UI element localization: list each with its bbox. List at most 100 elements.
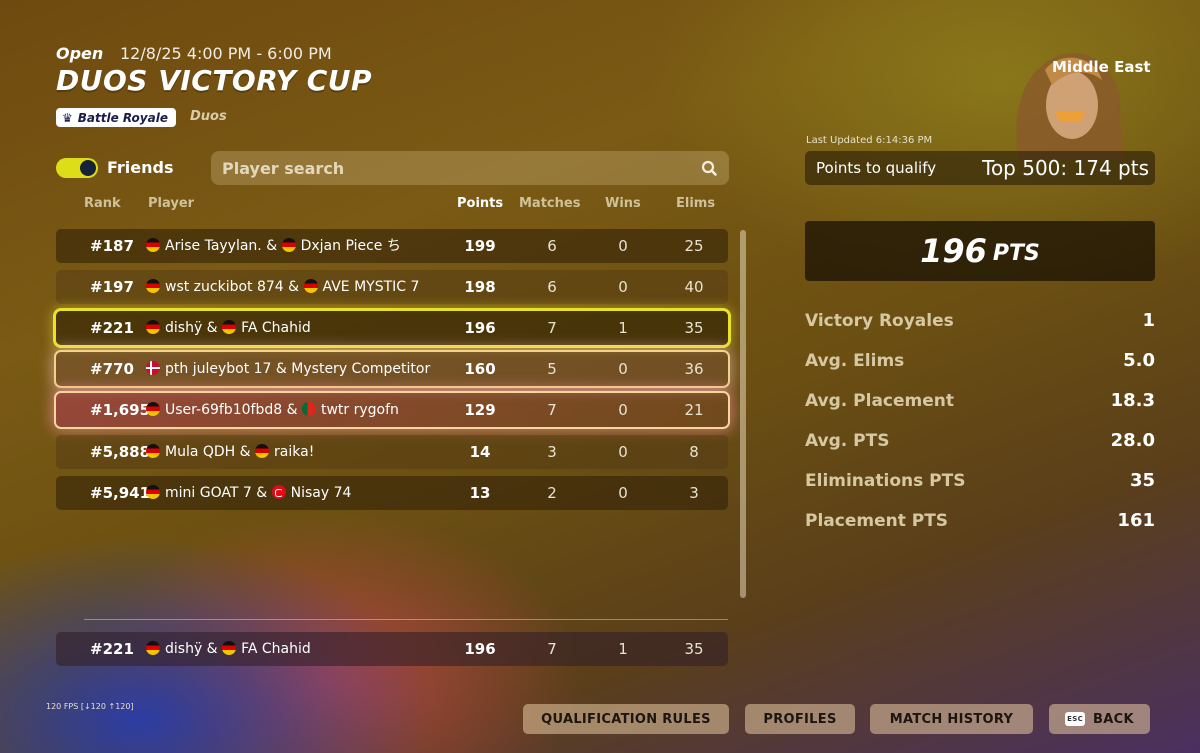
player-2: FA Chahid [241, 320, 311, 336]
germany-flag-icon [222, 641, 237, 655]
player-1: dishÿ [165, 320, 203, 336]
player-2: twtr rygofn [320, 402, 399, 418]
event-datetime: 12/8/25 4:00 PM - 6:00 PM [120, 44, 332, 63]
scrollbar[interactable] [740, 230, 746, 598]
table-row[interactable]: #5,888 Mula QDH & raika! 14 3 0 8 [56, 435, 728, 469]
row-players: Mula QDH & raika! [146, 435, 314, 469]
total-points: 196 PTS [805, 221, 1155, 281]
row-elims: 35 [684, 319, 704, 337]
col-elims[interactable]: Elims [676, 196, 715, 211]
qualification-rules-button[interactable]: QUALIFICATION RULES [523, 704, 729, 734]
germany-flag-icon [146, 402, 160, 416]
row-matches: 5 [547, 360, 557, 378]
table-row-self[interactable]: #221 dishÿ & FA Chahid 196 7 1 35 [56, 311, 728, 345]
stat-label: Avg. PTS [805, 431, 890, 451]
stat-label: Avg. Elims [805, 351, 905, 371]
search-icon[interactable] [701, 160, 717, 176]
crown-icon: ♛ [62, 110, 73, 125]
row-points: 129 [464, 401, 496, 419]
player-1: wst zuckibot 874 [165, 279, 284, 295]
stat-value: 5.0 [1123, 350, 1155, 371]
col-wins[interactable]: Wins [605, 196, 641, 211]
player-2: raika! [274, 444, 315, 460]
row-points: 196 [464, 640, 496, 658]
row-elims: 40 [684, 278, 704, 296]
qualify-value: Top 500: 174 pts [982, 156, 1149, 180]
self-row[interactable]: #221 dishÿ & FA Chahid 196 7 1 35 [56, 632, 728, 666]
player-1: Arise Tayylan. [165, 238, 262, 254]
stat-label: Placement PTS [805, 511, 949, 531]
row-elims: 25 [684, 237, 704, 255]
last-updated: Last Updated 6:14:36 PM [806, 135, 933, 146]
row-points: 14 [469, 443, 491, 461]
player-2: Nisay 74 [290, 485, 352, 501]
germany-flag-icon [303, 279, 318, 293]
germany-flag-icon [146, 485, 160, 499]
row-wins: 0 [618, 237, 628, 255]
row-players: mini GOAT 7 & Nisay 74 [146, 476, 351, 510]
row-points: 160 [464, 360, 496, 378]
row-matches: 7 [547, 319, 557, 337]
table-row[interactable]: #187 Arise Tayylan. & Dxjan Piece ち 199 … [56, 229, 728, 263]
portugal-flag-icon [301, 402, 316, 416]
stat-value: 18.3 [1110, 390, 1155, 411]
profiles-button[interactable]: PROFILES [745, 704, 855, 734]
search-input[interactable] [211, 157, 694, 179]
row-matches: 7 [547, 640, 557, 658]
row-matches: 7 [547, 401, 557, 419]
player-1: mini GOAT 7 [165, 485, 252, 501]
table-row[interactable]: #5,941 mini GOAT 7 & Nisay 74 13 2 0 3 [56, 476, 728, 510]
stat-value: 1 [1142, 310, 1155, 331]
player-1: pth juleybot 17 [165, 361, 272, 377]
row-wins: 0 [618, 401, 628, 419]
row-points: 196 [464, 319, 496, 337]
stat-value: 161 [1117, 510, 1155, 531]
germany-flag-icon [222, 320, 237, 334]
germany-flag-icon [146, 320, 160, 334]
row-matches: 3 [547, 443, 557, 461]
denmark-flag-icon [146, 361, 160, 375]
player-2: Mystery Competitor [291, 361, 431, 377]
row-matches: 6 [547, 278, 557, 296]
col-matches[interactable]: Matches [519, 196, 580, 211]
row-points: 198 [464, 278, 496, 296]
row-players: wst zuckibot 874 & AVE MYSTIC 7 [146, 270, 419, 304]
germany-flag-icon [146, 641, 160, 655]
toggle-knob [80, 160, 96, 176]
row-elims: 3 [689, 484, 699, 502]
esc-key-icon: ESC [1065, 712, 1086, 726]
page-title: DUOS VICTORY CUP [56, 64, 373, 97]
col-player: Player [148, 196, 195, 211]
germany-flag-icon [146, 238, 160, 252]
back-label: BACK [1093, 711, 1134, 727]
match-history-button[interactable]: MATCH HISTORY [870, 704, 1033, 734]
row-wins: 1 [618, 640, 628, 658]
stat-label: Eliminations PTS [805, 471, 966, 491]
player-2: AVE MYSTIC 7 [322, 279, 420, 295]
friends-toggle[interactable] [56, 158, 98, 178]
row-elims: 35 [684, 640, 704, 658]
player-1: Mula QDH [165, 444, 236, 460]
row-elims: 36 [684, 360, 704, 378]
stat-value: 28.0 [1110, 430, 1155, 451]
col-rank: Rank [84, 196, 121, 211]
back-button[interactable]: ESC BACK [1049, 704, 1150, 734]
turkey-flag-icon [271, 485, 286, 499]
row-matches: 6 [547, 237, 557, 255]
table-row[interactable]: #770 pth juleybot 17 & Mystery Competito… [56, 352, 728, 386]
player-2: Dxjan Piece ち [300, 238, 401, 254]
col-points[interactable]: Points [457, 196, 503, 211]
row-wins: 0 [618, 278, 628, 296]
table-row[interactable]: #197 wst zuckibot 874 & AVE MYSTIC 7 198… [56, 270, 728, 304]
player-1: dishÿ [165, 641, 203, 657]
row-players: Arise Tayylan. & Dxjan Piece ち [146, 229, 401, 263]
qualify-box: Points to qualify Top 500: 174 pts [805, 151, 1155, 185]
mode-badge-label: Battle Royale [77, 110, 168, 125]
germany-flag-icon [255, 444, 270, 458]
player-search[interactable] [211, 151, 729, 185]
row-wins: 1 [618, 319, 628, 337]
friends-label: Friends [107, 158, 174, 177]
team-mode: Duos [190, 109, 227, 124]
table-row[interactable]: #1,695 User-69fb10fbd8 & twtr rygofn 129… [56, 393, 728, 427]
germany-flag-icon [146, 279, 160, 293]
